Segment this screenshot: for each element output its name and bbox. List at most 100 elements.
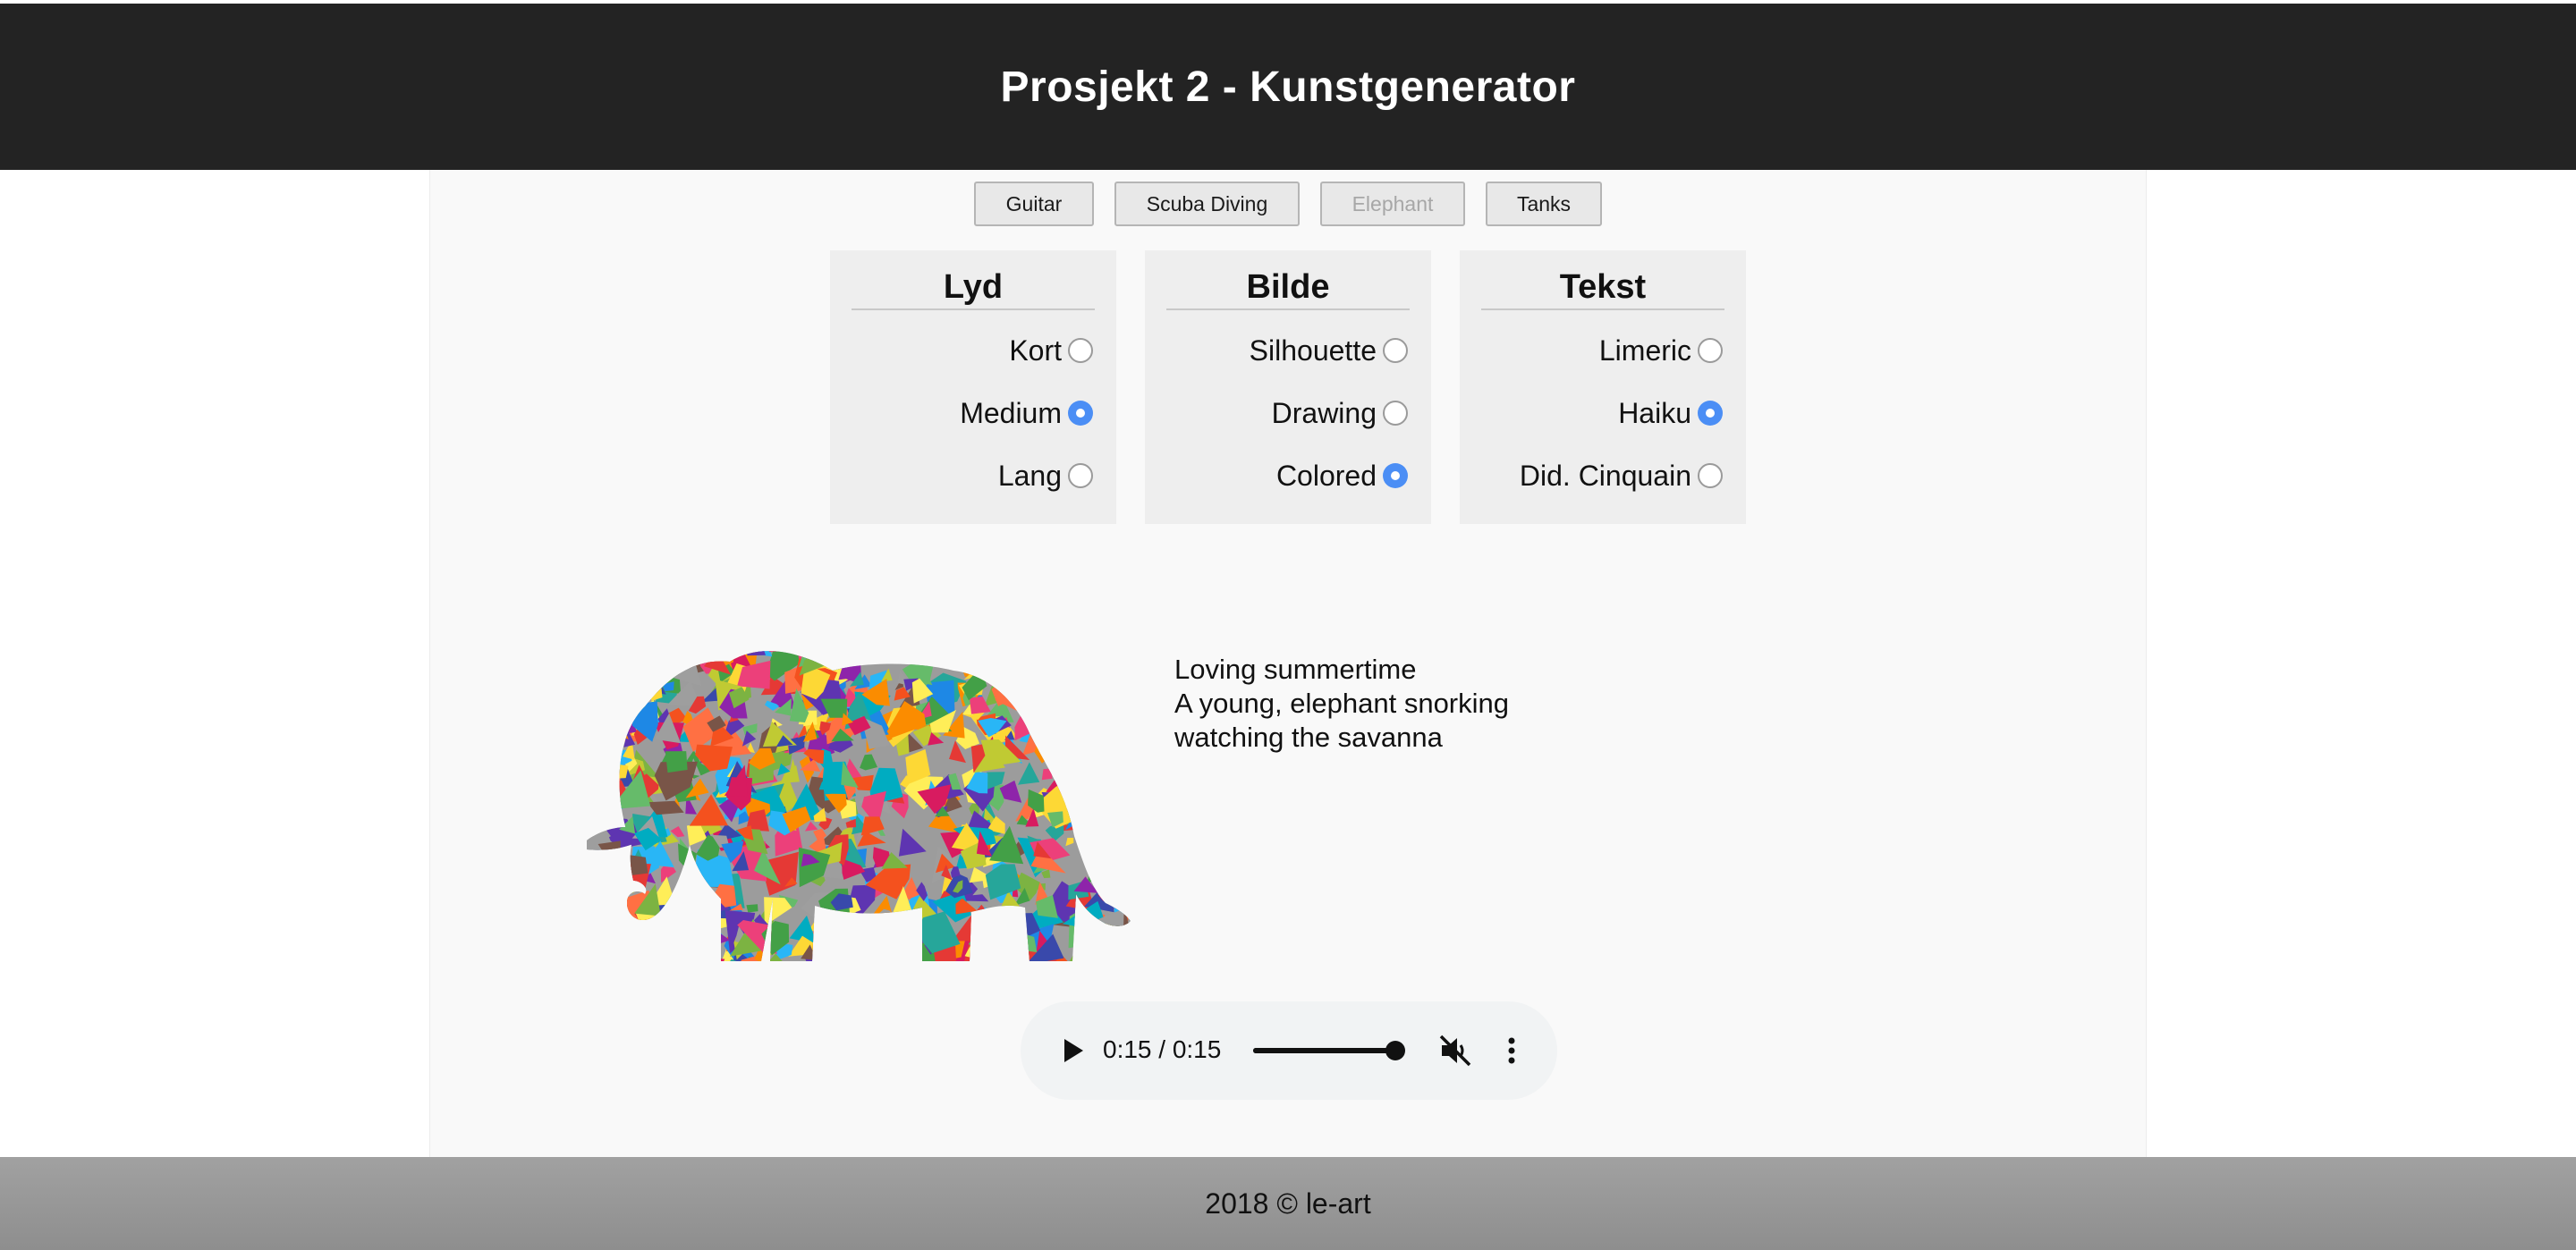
mosaic-shard	[579, 621, 585, 634]
mosaic-shard	[679, 914, 716, 934]
radio-silhouette[interactable]	[1383, 338, 1408, 363]
mosaic-shard	[1117, 657, 1131, 684]
option-medium[interactable]: Medium	[852, 382, 1095, 444]
mosaic-shard	[970, 651, 987, 655]
mosaic-shard	[1086, 825, 1104, 848]
mosaic-shard	[956, 651, 988, 655]
mosaic-shard	[587, 909, 589, 933]
mosaic-shard	[658, 947, 675, 962]
option-silhouette[interactable]: Silhouette	[1166, 319, 1410, 382]
option-kort[interactable]: Kort	[852, 319, 1095, 382]
page-title: Prosjekt 2 - Kunstgenerator	[1000, 63, 1576, 111]
option-limeric[interactable]: Limeric	[1481, 319, 1724, 382]
mosaic-shard	[1080, 651, 1119, 664]
mosaic-shard	[674, 651, 698, 654]
mosaic-shard	[1075, 791, 1097, 810]
radio-limeric[interactable]	[1698, 338, 1723, 363]
mosaic-shard	[932, 651, 962, 667]
mosaic-shard	[879, 651, 909, 652]
mosaic-shard	[595, 773, 621, 797]
mosaic-shard	[1097, 746, 1126, 771]
tab-tanks[interactable]: Tanks	[1486, 182, 1602, 226]
more-vertical-icon[interactable]	[1495, 1034, 1529, 1068]
mosaic-shard	[1086, 854, 1112, 883]
mosaic-shard	[1062, 651, 1082, 672]
option-did-cinquain[interactable]: Did. Cinquain	[1481, 444, 1724, 507]
mosaic-shard	[1112, 780, 1131, 809]
mosaic-shard	[880, 947, 912, 962]
mosaic-shard	[578, 650, 586, 664]
mosaic-shard	[1105, 680, 1115, 692]
radio-colored[interactable]	[1383, 463, 1408, 488]
mosaic-shard	[886, 949, 901, 961]
radio-lang[interactable]	[1068, 463, 1093, 488]
mosaic-shard	[683, 858, 697, 885]
mosaic-shard	[1123, 835, 1131, 849]
mosaic-shard	[708, 621, 727, 637]
poem-line: watching the savanna	[1174, 722, 1443, 753]
mosaic-shard	[990, 621, 1015, 650]
mosaic-shard	[1086, 807, 1107, 818]
mosaic-shard	[1135, 773, 1141, 785]
audio-seek-thumb[interactable]	[1385, 1041, 1405, 1060]
audio-seek-bar[interactable]	[1253, 1048, 1396, 1053]
tab-guitar[interactable]: Guitar	[974, 182, 1094, 226]
mosaic-shard	[587, 710, 618, 732]
mosaic-shard	[978, 906, 1012, 934]
mosaic-shard	[1104, 833, 1131, 868]
mosaic-shard	[676, 905, 693, 929]
option-colored[interactable]: Colored	[1166, 444, 1410, 507]
option-drawing[interactable]: Drawing	[1166, 382, 1410, 444]
tab-scuba-diving[interactable]: Scuba Diving	[1114, 182, 1300, 226]
mosaic-shard	[642, 919, 660, 955]
mosaic-shard	[1066, 673, 1075, 686]
muted-speaker-icon[interactable]	[1436, 1032, 1474, 1069]
mosaic-shard	[1041, 768, 1053, 781]
mosaic-shard	[835, 631, 844, 643]
mosaic-shard	[1046, 722, 1072, 755]
mosaic-shard	[1089, 678, 1108, 696]
mosaic-shard	[1092, 744, 1131, 786]
mosaic-shard	[871, 621, 886, 630]
mosaic-shard	[885, 916, 918, 951]
mosaic-shard	[746, 904, 758, 913]
radio-kort[interactable]	[1068, 338, 1093, 363]
mosaic-shard	[1093, 939, 1131, 962]
radio-did-cinquain[interactable]	[1698, 463, 1723, 488]
mosaic-shard	[603, 722, 613, 738]
mosaic-shard	[601, 764, 612, 778]
mosaic-shard	[968, 929, 990, 956]
mosaic-shard	[587, 931, 588, 959]
radio-haiku[interactable]	[1698, 401, 1723, 426]
radio-medium[interactable]	[1068, 401, 1093, 426]
mosaic-shard	[587, 751, 604, 796]
mosaic-shard	[710, 958, 725, 962]
mosaic-shard	[954, 651, 969, 655]
play-icon[interactable]	[1056, 1035, 1089, 1067]
tab-elephant[interactable]: Elephant	[1320, 182, 1465, 226]
mosaic-shard	[817, 651, 860, 654]
panel-title-bilde: Bilde	[1166, 268, 1410, 310]
mosaic-shard	[587, 878, 591, 895]
option-lang[interactable]: Lang	[852, 444, 1095, 507]
mosaic-shard	[808, 621, 832, 644]
mosaic-shard	[1121, 659, 1131, 673]
mosaic-shard	[1123, 826, 1131, 839]
mosaic-shard	[597, 840, 621, 866]
elephant-artwork	[578, 621, 1141, 962]
mosaic-shard	[587, 866, 590, 883]
mosaic-shard	[600, 706, 629, 739]
radio-drawing[interactable]	[1383, 401, 1408, 426]
mosaic-shard	[852, 927, 870, 946]
mosaic-shard	[1085, 672, 1109, 698]
mosaic-shard	[1089, 674, 1106, 688]
mosaic-shard	[1045, 651, 1083, 676]
mosaic-shard	[589, 864, 621, 903]
mosaic-shard	[1125, 621, 1135, 631]
mosaic-shard	[895, 960, 919, 962]
mosaic-shard	[679, 651, 692, 652]
option-haiku[interactable]: Haiku	[1481, 382, 1724, 444]
mosaic-shard	[1065, 757, 1082, 768]
poem-line: Loving summertime	[1174, 654, 1417, 685]
mosaic-shard	[1120, 736, 1131, 776]
